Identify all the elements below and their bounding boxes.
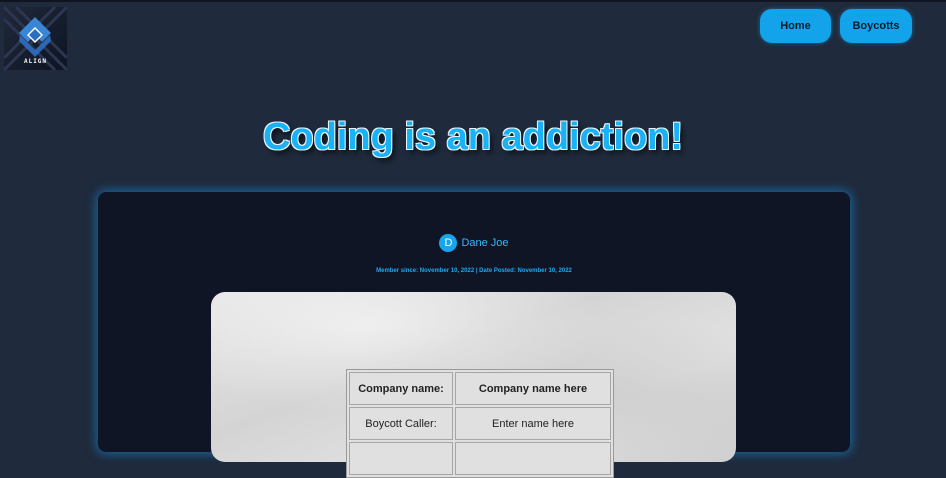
author-name[interactable]: Dane Joe: [461, 237, 508, 249]
boycott-caller-value[interactable]: Enter name here: [455, 407, 611, 440]
company-name-label: Company name:: [349, 372, 453, 405]
table-row: Company name: Company name here: [349, 372, 611, 405]
logo-text: ALIGN: [23, 58, 48, 65]
top-border: [0, 0, 946, 2]
page-title: Coding is an addiction!: [262, 116, 684, 158]
boycott-table: Company name: Company name here Boycott …: [346, 369, 614, 478]
home-button[interactable]: Home: [760, 9, 831, 43]
avatar[interactable]: D: [439, 234, 458, 252]
post-meta: Member since: November 10, 2022 | Date P…: [376, 268, 572, 274]
table-cell[interactable]: [455, 442, 611, 475]
table-cell: [349, 442, 453, 475]
author-info: D Dane Joe: [98, 234, 850, 252]
boycott-paper: Company name: Company name here Boycott …: [211, 292, 736, 478]
align-logo[interactable]: ALIGN: [4, 7, 67, 70]
boycott-caller-label: Boycott Caller:: [349, 407, 453, 440]
boycotts-button[interactable]: Boycotts: [840, 9, 912, 43]
table-row: Boycott Caller: Enter name here: [349, 407, 611, 440]
table-row: [349, 442, 611, 475]
company-name-value[interactable]: Company name here: [455, 372, 611, 405]
post-card: D Dane Joe Member since: November 10, 20…: [98, 192, 850, 478]
